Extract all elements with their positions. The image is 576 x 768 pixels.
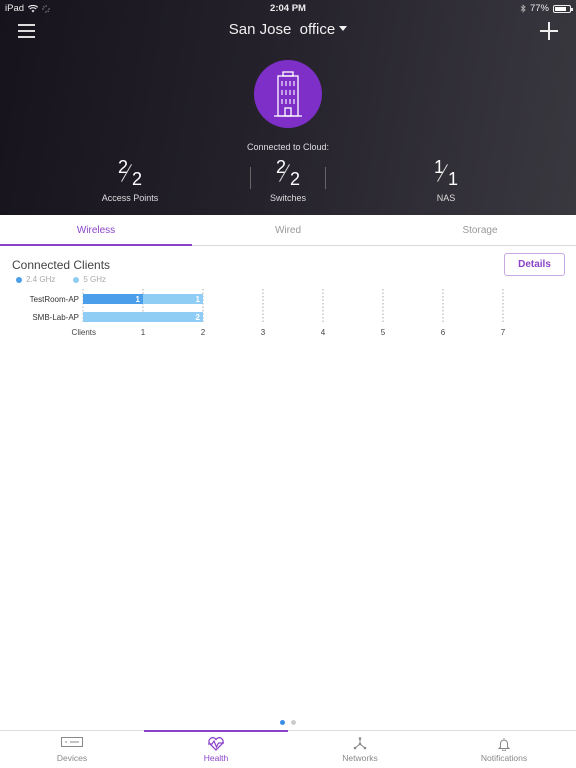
x-tick-label: 5 [381,328,386,337]
tabbar-label: Devices [56,753,88,763]
bar-value-label: 2 [196,313,201,322]
stat-total: 2 [132,169,143,189]
stat-label: Access Points [101,193,159,203]
tabbar-devices[interactable]: Devices [0,731,144,768]
site-selector[interactable]: San Jose office [0,21,576,38]
x-tick-label: 3 [261,328,266,337]
tab-wired[interactable]: Wired [192,215,384,245]
stat-label: Switches [269,193,306,203]
stat-switches[interactable]: 22 Switches [228,157,348,203]
section-title: Connected Clients [12,258,111,272]
x-tick-label: 6 [441,328,446,337]
legend-label: 5 GHz [83,275,107,284]
legend-dot [73,276,80,283]
legend-item: 5 GHz [73,275,106,284]
details-button[interactable]: Details [504,253,565,276]
page-indicator [0,720,576,725]
bell-icon [498,738,510,751]
x-tick-label: 1 [141,328,146,337]
tabbar-notifications[interactable]: Notifications [432,731,576,768]
stat-total: 2 [290,169,301,189]
x-tick-label: 7 [501,328,506,337]
x-axis-label: Clients [72,328,96,337]
status-bar: iPad 2:04 PM 77% [0,0,576,16]
clock: 2:04 PM [270,3,306,14]
battery-icon [553,4,573,13]
stat-connected: 2 [118,157,129,177]
x-tick-label: 4 [321,328,326,337]
stat-access-points[interactable]: 22 Access Points [70,157,190,203]
category-tabs: Wireless Wired Storage [0,215,576,246]
bar-value-label: 1 [136,295,141,304]
legend-item: 2.4 GHz [16,275,55,284]
network-topology-icon [353,737,367,750]
divider [325,167,326,189]
bar-value-label: 1 [196,295,201,304]
bar-segment [143,294,203,304]
legend-label: 2.4 GHz [26,275,56,284]
bottom-tab-bar: Devices Health Networks Notifications [0,730,576,768]
tab-storage[interactable]: Storage [384,215,576,245]
device-icon [61,737,83,747]
category-label: TestRoom-AP [30,295,79,304]
heart-pulse-icon [208,737,224,751]
bar-segment [83,312,203,322]
connected-clients-chart: 1234567ClientsTestRoom-AP11SMB-Lab-AP02 [30,289,506,337]
chart-legend: 2.4 GHz 5 GHz [16,275,106,284]
bluetooth-icon [520,4,526,13]
category-label: SMB-Lab-AP [32,313,79,322]
tab-wireless[interactable]: Wireless [0,215,192,246]
page-dot[interactable] [291,720,296,725]
tabbar-label: Notifications [480,753,528,763]
x-tick-label: 2 [201,328,206,337]
add-button[interactable] [540,22,558,40]
tabbar-networks[interactable]: Networks [288,731,432,768]
bar-segment [83,294,143,304]
legend-dot [16,276,22,283]
site-icon [254,60,322,128]
caret-down-icon [339,26,348,31]
stat-connected: 1 [434,157,445,177]
cloud-status-label: Connected to Cloud: [246,142,330,152]
page-dot[interactable] [280,720,285,725]
stat-label: NAS [436,193,456,203]
site-header: iPad 2:04 PM 77% San Jose office Connect… [0,0,576,215]
stat-total: 1 [448,169,459,189]
tabbar-label: Health [203,753,229,763]
tabbar-health[interactable]: Health [144,730,288,768]
office-building-icon [274,71,302,117]
battery-percent: 77% [529,3,549,14]
tabbar-label: Networks [342,753,378,763]
stat-nas[interactable]: 11 NAS [386,157,506,203]
site-name: San Jose office [228,21,336,38]
stat-connected: 2 [276,157,287,177]
